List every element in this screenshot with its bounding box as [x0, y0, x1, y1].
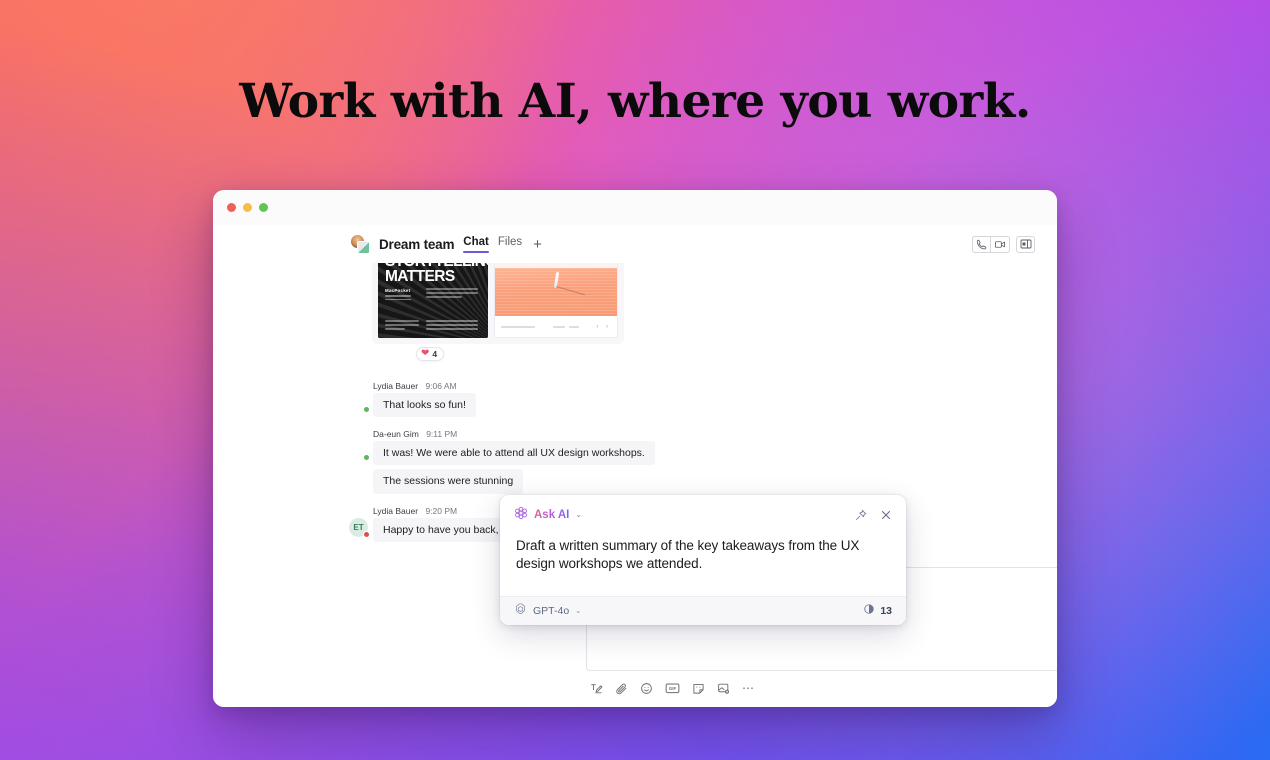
- message-author: Lydia Bauer: [373, 381, 419, 391]
- message-author: Da-eun Gim: [373, 429, 419, 440]
- poster-byline: MacPocket: [385, 288, 411, 293]
- minimize-window-button[interactable]: [243, 203, 252, 212]
- composer-toolbar: GIF ⋯: [586, 678, 1057, 698]
- team-avatar: [350, 234, 370, 254]
- credit-coin-icon: [863, 602, 875, 620]
- ask-ai-sparkle-icon: [514, 506, 528, 525]
- close-icon[interactable]: [880, 509, 892, 521]
- message-author: Lydia Bauer: [373, 505, 419, 516]
- svg-text:GIF: GIF: [669, 686, 677, 691]
- window-controls: [227, 203, 268, 212]
- credits-indicator: 13: [863, 602, 892, 620]
- media-icon[interactable]: [717, 682, 730, 695]
- panel-icon[interactable]: [1016, 235, 1035, 253]
- message-meta: Lydia Bauer 9:06 AM: [373, 381, 1035, 391]
- presence-indicator: [363, 406, 370, 413]
- tab-files[interactable]: Files: [498, 234, 522, 254]
- message-bubble[interactable]: The sessions were stunning: [373, 469, 524, 494]
- photo-thumbnail[interactable]: ‹ ›: [494, 258, 618, 338]
- message-time: 9:20 PM: [425, 505, 458, 516]
- presence-indicator: [363, 530, 370, 538]
- presence-indicator: [363, 454, 370, 462]
- message-time: 9:11 PM: [426, 429, 458, 440]
- add-tab-button[interactable]: +: [531, 237, 544, 252]
- ask-ai-card[interactable]: Ask AI ⌄ Draft a written summary of the …: [500, 495, 906, 625]
- ask-ai-title: Ask AI: [534, 509, 570, 521]
- close-window-button[interactable]: [227, 203, 236, 212]
- message-bubble[interactable]: It was! We were able to attend all UX de…: [373, 441, 655, 466]
- channel-header-actions: [972, 235, 1035, 253]
- chevron-down-icon[interactable]: ⌄: [575, 511, 582, 519]
- ask-ai-prompt[interactable]: Draft a written summary of the key takea…: [500, 535, 906, 573]
- model-name[interactable]: GPT-4o: [533, 605, 569, 617]
- page-headline: Work with AI, where you work.: [239, 74, 1031, 129]
- ask-ai-header: Ask AI ⌄: [500, 495, 906, 535]
- format-icon[interactable]: [590, 682, 603, 695]
- zoom-window-button[interactable]: [259, 203, 268, 212]
- channel-header: Dream team Chat Files +: [330, 225, 1057, 263]
- model-chevron-down-icon[interactable]: ⌄: [575, 608, 581, 615]
- attach-icon[interactable]: [615, 682, 628, 695]
- more-icon[interactable]: ⋯: [742, 682, 755, 694]
- call-icon[interactable]: [972, 235, 991, 253]
- pin-icon[interactable]: [855, 509, 867, 521]
- message-group: Da-eun Gim 9:11 PM It was! We were able …: [330, 429, 1035, 497]
- reaction-badge[interactable]: ❤ 4: [416, 347, 445, 361]
- heart-icon: ❤: [421, 348, 430, 359]
- gif-icon[interactable]: GIF: [665, 682, 680, 694]
- emoji-icon[interactable]: [640, 682, 653, 695]
- app-window: Dream team Chat Files + STORYTELLING MAT…: [213, 190, 1057, 707]
- window-titlebar: [213, 190, 1057, 225]
- ask-ai-actions: [855, 509, 892, 521]
- poster-title-line2: MATTERS: [385, 268, 455, 285]
- poster-thumbnail[interactable]: STORYTELLING MATTERS MacPocket: [378, 258, 488, 338]
- app-body: Dream team Chat Files + STORYTELLING MAT…: [213, 225, 1057, 707]
- attachment-message: STORYTELLING MATTERS MacPocket ‹ › ❤ 4: [373, 253, 623, 361]
- team-name: Dream team: [379, 236, 455, 252]
- message-bubble[interactable]: That looks so fun!: [373, 393, 476, 418]
- credit-count: 13: [880, 605, 892, 617]
- ask-ai-footer: GPT-4o ⌄ 13: [500, 596, 906, 625]
- reaction-count: 4: [432, 349, 438, 359]
- message-meta: Da-eun Gim 9:11 PM: [373, 429, 1035, 439]
- video-icon[interactable]: [991, 235, 1010, 253]
- sticker-icon[interactable]: [692, 682, 705, 695]
- attachment-card[interactable]: STORYTELLING MATTERS MacPocket ‹ ›: [373, 253, 623, 343]
- message-group: Lydia Bauer 9:06 AM That looks so fun!: [330, 381, 1035, 421]
- message-time: 9:06 AM: [425, 381, 457, 391]
- tab-chat[interactable]: Chat: [463, 234, 489, 254]
- openai-logo-icon: [514, 602, 527, 620]
